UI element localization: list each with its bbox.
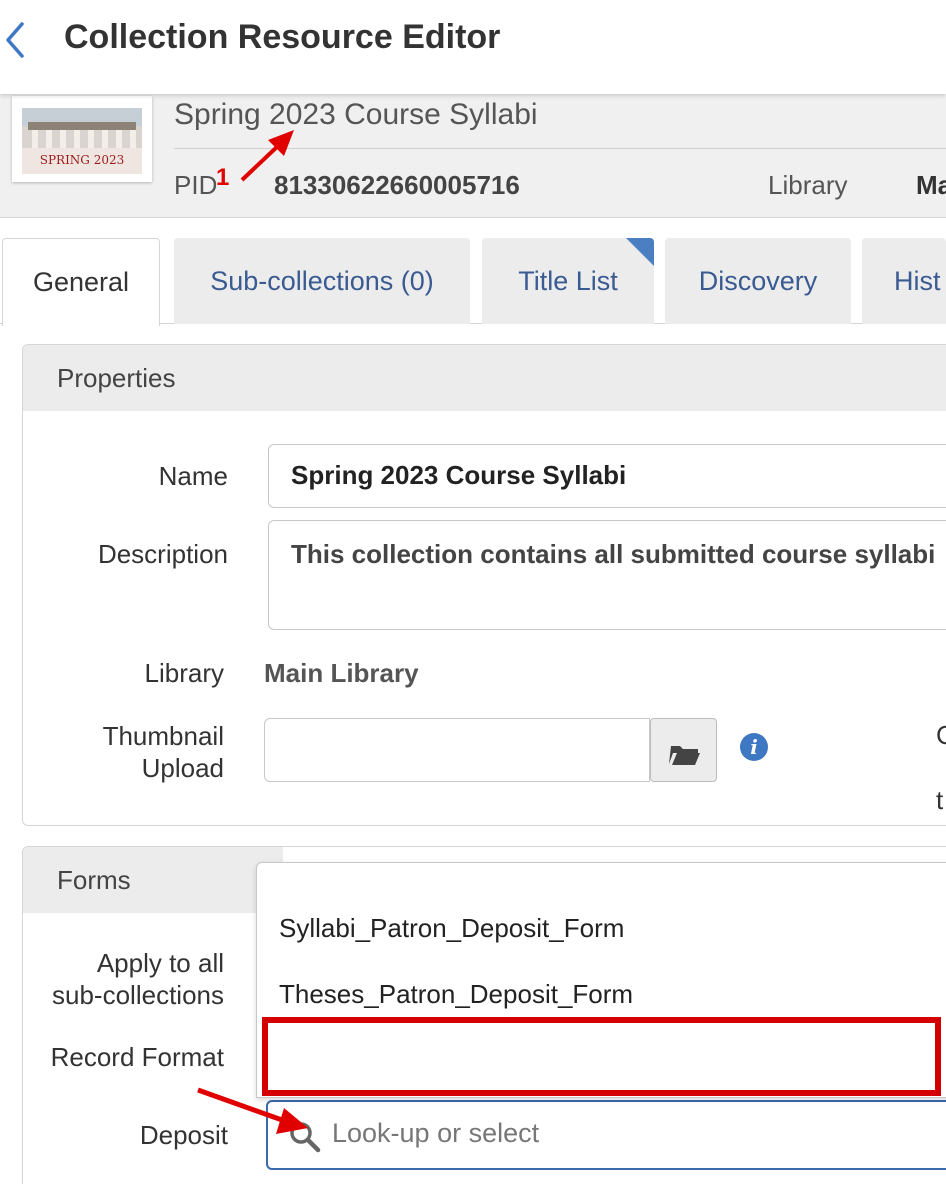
back-arrow-icon[interactable] <box>0 18 36 62</box>
deposit-label: Deposit <box>139 1120 228 1150</box>
apply-to-all-label-line1: Apply to all <box>96 948 224 978</box>
truncated-right-text-2: t <box>936 785 944 815</box>
tab-discovery[interactable]: Discovery <box>665 238 851 324</box>
description-label: Description <box>97 539 228 569</box>
thumbnail-upload-label-line1: Thumbnail <box>102 721 224 751</box>
search-icon <box>290 1122 321 1153</box>
tab-sub-collections[interactable]: Sub-collections (0) <box>174 238 470 324</box>
annotation-marker-number: 1 <box>216 164 230 191</box>
apply-to-all-label-line2: sub-collections <box>52 980 224 1010</box>
header-divider <box>174 148 946 149</box>
thumbnail-upload-label-line2: Upload <box>141 753 224 783</box>
page-title: Collection Resource Editor <box>64 18 501 56</box>
truncated-right-text-1: C <box>936 720 946 750</box>
thumbnail-image: SPRING 2023 <box>22 108 142 174</box>
tab-general[interactable]: General <box>2 238 160 326</box>
record-format-label: Record Format <box>50 1042 224 1072</box>
dropdown-option-syllabi[interactable]: Syllabi_Patron_Deposit_Form <box>279 913 624 944</box>
thumbnail-upload-label: Thumbnail Upload <box>40 720 224 784</box>
description-field[interactable]: This collection contains all submitted c… <box>268 520 946 630</box>
info-icon[interactable]: i <box>740 733 768 761</box>
tab-corner-marker <box>626 238 654 266</box>
tab-history[interactable]: Hist <box>862 238 946 324</box>
pid-value: 81330622660005716 <box>274 170 520 200</box>
apply-to-all-label: Apply to all sub-collections <box>24 947 224 1011</box>
name-label: Name <box>158 461 228 491</box>
name-field-value: Spring 2023 Course Syllabi <box>291 460 627 490</box>
library-label: Library <box>768 170 848 200</box>
deposit-lookup-input[interactable]: Look-up or select <box>266 1100 946 1170</box>
highlight-box <box>262 1017 941 1096</box>
name-field[interactable]: Spring 2023 Course Syllabi <box>268 444 946 508</box>
thumbnail-upload-field[interactable] <box>264 718 650 782</box>
description-field-value: This collection contains all submitted c… <box>291 539 936 569</box>
record-header: SPRING 2023 Spring 2023 Course Syllabi P… <box>0 94 946 218</box>
collection-thumbnail: SPRING 2023 <box>12 96 152 182</box>
top-bar: Collection Resource Editor <box>0 0 946 94</box>
tab-bar: General Sub-collections (0) Title List D… <box>0 236 946 326</box>
record-title: Spring 2023 Course Syllabi <box>174 98 538 131</box>
tab-title-list[interactable]: Title List <box>482 238 654 324</box>
tab-title-list-label: Title List <box>518 265 618 296</box>
folder-icon <box>669 746 700 765</box>
library-value-truncated: Ma <box>916 170 946 200</box>
browse-folder-button[interactable] <box>650 718 717 782</box>
dropdown-option-theses[interactable]: Theses_Patron_Deposit_Form <box>279 979 633 1010</box>
lookup-placeholder: Look-up or select <box>332 1118 540 1148</box>
thumbnail-caption: SPRING 2023 <box>40 153 125 167</box>
properties-heading: Properties <box>23 345 946 411</box>
pid-label: PID <box>174 170 218 200</box>
library-field-value: Main Library <box>264 658 419 688</box>
forms-heading: Forms <box>23 847 283 913</box>
library-field-label: Library <box>144 658 224 688</box>
